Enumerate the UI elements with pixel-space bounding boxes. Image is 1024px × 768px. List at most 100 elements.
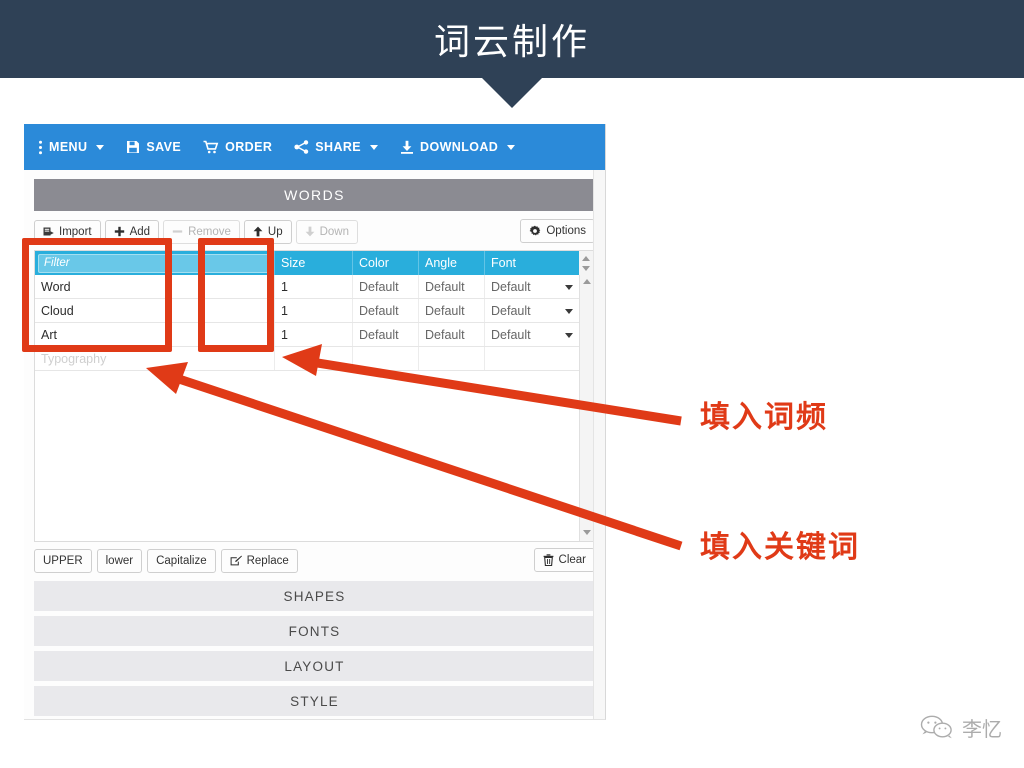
cell-color[interactable] bbox=[353, 347, 419, 370]
minus-icon bbox=[172, 226, 183, 237]
toolbar-order-button[interactable]: ORDER bbox=[203, 140, 272, 154]
slide-banner: 词云制作 bbox=[0, 0, 1024, 78]
add-button[interactable]: Add bbox=[104, 219, 160, 244]
floppy-disk-icon bbox=[126, 140, 140, 154]
accordion-item-fonts-label: FONTS bbox=[288, 623, 341, 639]
panel-vertical-scrollbar[interactable] bbox=[593, 170, 605, 719]
watermark-label: 李忆 bbox=[962, 717, 1002, 741]
gear-icon bbox=[529, 225, 541, 237]
chevron-down-icon bbox=[96, 144, 105, 150]
words-section-header[interactable]: WORDS bbox=[34, 179, 595, 211]
remove-button-label: Remove bbox=[188, 225, 231, 238]
toolbar-save-label: SAVE bbox=[146, 140, 182, 154]
cell-angle[interactable]: Default bbox=[419, 299, 485, 322]
upper-case-button-label: UPPER bbox=[43, 554, 83, 567]
cell-word[interactable]: Cloud bbox=[35, 299, 275, 322]
scroll-up-icon[interactable] bbox=[583, 279, 591, 284]
arrow-up-icon bbox=[253, 226, 263, 237]
cell-angle[interactable] bbox=[419, 347, 485, 370]
table-vertical-scrollbar[interactable] bbox=[579, 251, 594, 541]
lower-case-button-label: lower bbox=[105, 554, 134, 567]
toolbar-menu-label: MENU bbox=[49, 140, 88, 154]
kebab-menu-icon bbox=[38, 140, 43, 155]
cell-word[interactable]: Typography bbox=[35, 347, 275, 370]
banner-pointer-triangle bbox=[482, 78, 542, 108]
page-title: 词云制作 bbox=[433, 22, 590, 63]
font-column-header[interactable]: Font bbox=[485, 251, 579, 275]
angle-column-header[interactable]: Angle bbox=[419, 251, 485, 275]
text-case-toolbar: UPPER lower Capitalize Replace Clear bbox=[34, 548, 595, 573]
filter-input[interactable] bbox=[38, 253, 271, 273]
cell-color[interactable]: Default bbox=[353, 299, 419, 322]
cell-font-value: Default bbox=[491, 303, 531, 318]
wechat-icon bbox=[920, 715, 954, 741]
toolbar-share-button[interactable]: SHARE bbox=[294, 140, 379, 154]
import-button[interactable]: Import bbox=[34, 219, 101, 244]
chevron-down-icon bbox=[565, 308, 573, 314]
table-header-spinner[interactable] bbox=[579, 251, 594, 275]
table-row-partial[interactable]: Typography bbox=[35, 347, 579, 371]
wordart-app-window: MENU SAVE ORDER SHARE DOWNLOAD WORDS Imp… bbox=[24, 124, 606, 720]
cell-font-value: Default bbox=[491, 327, 531, 342]
color-column-header[interactable]: Color bbox=[353, 251, 419, 275]
move-up-button-label: Up bbox=[267, 225, 283, 238]
chevron-up-icon bbox=[582, 256, 590, 261]
cell-font[interactable]: Default bbox=[485, 275, 579, 298]
settings-accordion: SHAPES FONTS LAYOUT STYLE bbox=[34, 581, 595, 716]
table-row[interactable]: Cloud 1 Default Default Default bbox=[35, 299, 579, 323]
chevron-down-icon bbox=[582, 266, 590, 271]
toolbar-save-button[interactable]: SAVE bbox=[126, 140, 181, 154]
replace-button[interactable]: Replace bbox=[220, 548, 298, 573]
toolbar-menu-button[interactable]: MENU bbox=[38, 140, 105, 155]
chevron-down-icon bbox=[565, 284, 573, 290]
arrow-down-icon bbox=[305, 226, 315, 237]
trash-icon bbox=[543, 554, 554, 566]
cell-size[interactable]: 1 bbox=[275, 323, 353, 346]
cell-font[interactable]: Default bbox=[485, 323, 579, 346]
cell-color[interactable]: Default bbox=[353, 275, 419, 298]
table-row[interactable]: Art 1 Default Default Default bbox=[35, 323, 579, 347]
accordion-item-fonts[interactable]: FONTS bbox=[34, 616, 595, 646]
capitalize-button[interactable]: Capitalize bbox=[147, 548, 216, 573]
chevron-down-icon bbox=[507, 144, 516, 150]
cell-font-value: Default bbox=[491, 279, 531, 294]
toolbar-share-label: SHARE bbox=[315, 140, 362, 154]
size-column-header[interactable]: Size bbox=[275, 251, 353, 275]
cell-angle[interactable]: Default bbox=[419, 275, 485, 298]
words-table-body: Size Color Angle Font Word 1 Default Def… bbox=[35, 251, 579, 541]
toolbar-download-button[interactable]: DOWNLOAD bbox=[400, 140, 516, 154]
import-button-label: Import bbox=[59, 225, 92, 238]
accordion-item-shapes[interactable]: SHAPES bbox=[34, 581, 595, 611]
move-down-button[interactable]: Down bbox=[295, 219, 358, 244]
cell-color[interactable]: Default bbox=[353, 323, 419, 346]
lower-case-button[interactable]: lower bbox=[96, 548, 143, 573]
cell-font[interactable]: Default bbox=[485, 299, 579, 322]
cell-font[interactable] bbox=[485, 347, 579, 370]
cell-size[interactable]: 1 bbox=[275, 299, 353, 322]
scroll-down-icon[interactable] bbox=[583, 530, 591, 535]
cell-angle[interactable]: Default bbox=[419, 323, 485, 346]
table-row[interactable]: Word 1 Default Default Default bbox=[35, 275, 579, 299]
options-button-label: Options bbox=[546, 225, 586, 237]
toolbar-order-label: ORDER bbox=[225, 140, 273, 154]
accordion-item-style[interactable]: STYLE bbox=[34, 686, 595, 716]
download-arrow-icon bbox=[400, 140, 414, 154]
cell-word[interactable]: Word bbox=[35, 275, 275, 298]
remove-button[interactable]: Remove bbox=[163, 219, 240, 244]
edit-pencil-icon bbox=[230, 555, 242, 566]
word-column-header bbox=[35, 251, 275, 275]
watermark: 李忆 bbox=[920, 713, 1002, 742]
clear-button[interactable]: Clear bbox=[533, 548, 595, 572]
chevron-down-icon bbox=[370, 144, 379, 150]
cell-size[interactable] bbox=[275, 347, 353, 370]
move-up-button[interactable]: Up bbox=[243, 219, 292, 244]
cell-size[interactable]: 1 bbox=[275, 275, 353, 298]
accordion-item-layout[interactable]: LAYOUT bbox=[34, 651, 595, 681]
chevron-down-icon bbox=[565, 332, 573, 338]
add-button-label: Add bbox=[129, 225, 151, 238]
cell-word[interactable]: Art bbox=[35, 323, 275, 346]
options-button[interactable]: Options bbox=[520, 219, 595, 243]
upper-case-button[interactable]: UPPER bbox=[34, 548, 92, 573]
accordion-item-style-label: STYLE bbox=[290, 693, 339, 709]
toolbar-download-label: DOWNLOAD bbox=[420, 140, 499, 154]
